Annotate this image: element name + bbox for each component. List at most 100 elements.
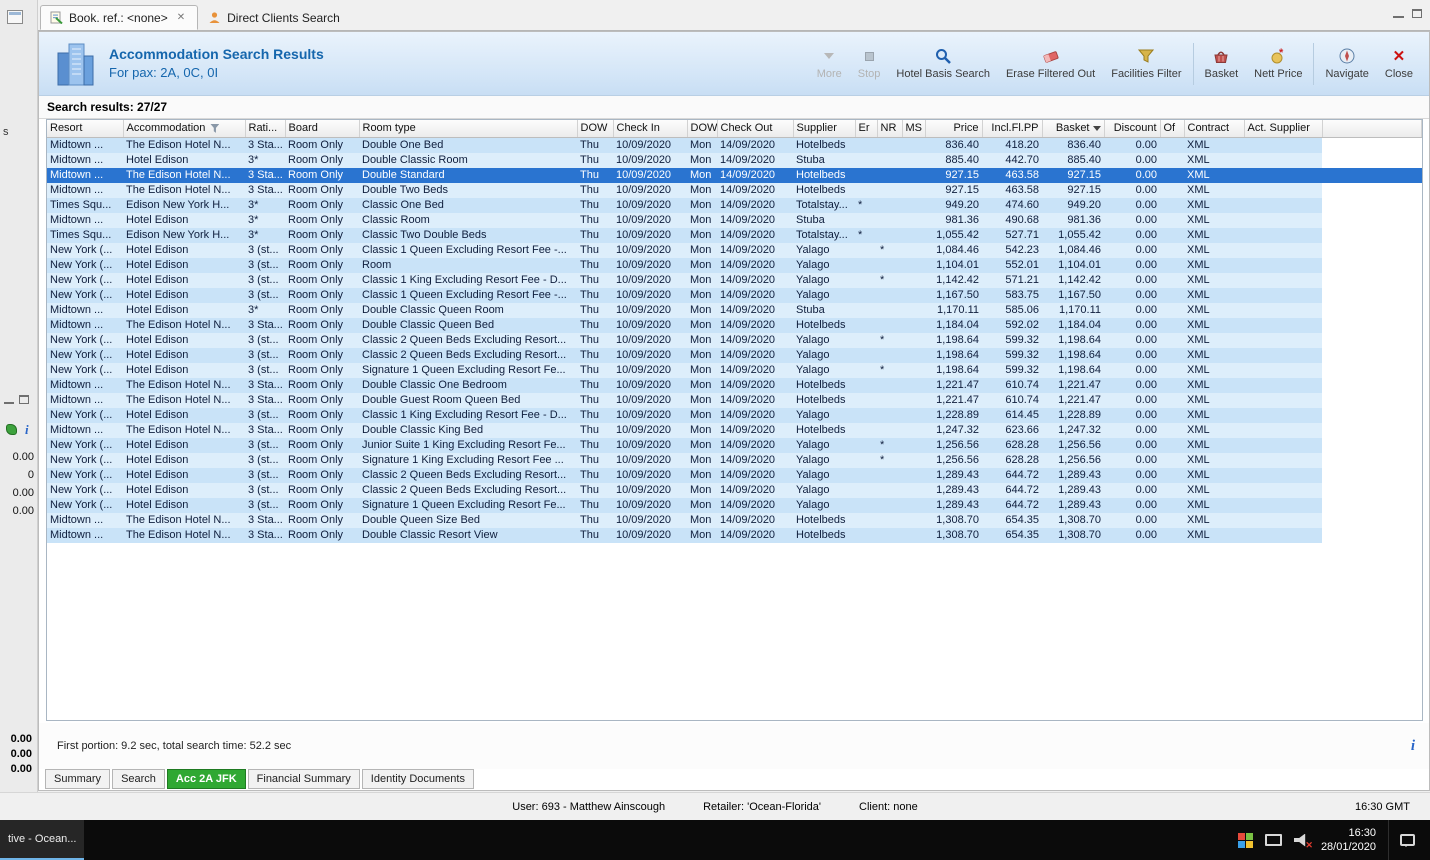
cell-check_in[interactable]: 10/09/2020 xyxy=(613,482,687,498)
table-row[interactable]: New York (... Hotel Edison 3 (st... Room On… xyxy=(47,332,1422,348)
column-header-rating[interactable]: Rati... xyxy=(245,120,286,138)
cell-er[interactable]: * xyxy=(855,197,877,213)
table-row[interactable]: Midtown ... The Edison Hotel N... 3 Sta...… xyxy=(47,392,1422,408)
cell-price[interactable]: 1,184.04 xyxy=(925,317,982,333)
cell-er[interactable] xyxy=(855,377,877,393)
cell-check_out[interactable]: 14/09/2020 xyxy=(717,437,793,453)
cell-er[interactable] xyxy=(855,512,877,528)
cell-incl_fl_pp[interactable]: 542.23 xyxy=(982,242,1042,258)
cell-price[interactable]: 949.20 xyxy=(925,197,982,213)
cell-ms[interactable] xyxy=(902,182,925,198)
tab-summary[interactable]: Summary xyxy=(45,769,111,789)
cell-check_out[interactable]: 14/09/2020 xyxy=(717,317,793,333)
cell-check_in[interactable]: 10/09/2020 xyxy=(613,467,687,483)
cell-board[interactable]: Room Only xyxy=(285,497,359,513)
cell-check_in[interactable]: 10/09/2020 xyxy=(613,152,687,168)
cell-check_out[interactable]: 14/09/2020 xyxy=(717,257,793,273)
cell-rating[interactable]: 3 Sta... xyxy=(245,512,285,528)
cell-nr[interactable] xyxy=(877,167,902,183)
cell-dow_in[interactable]: Thu xyxy=(577,332,613,348)
cell-price[interactable]: 1,221.47 xyxy=(925,392,982,408)
cell-act_supplier[interactable] xyxy=(1244,332,1322,348)
cell-dow_out[interactable]: Mon xyxy=(687,287,717,303)
cell-board[interactable]: Room Only xyxy=(285,437,359,453)
table-row[interactable]: Midtown ... The Edison Hotel N... 3 Sta...… xyxy=(47,182,1422,198)
cell-accommodation[interactable]: Hotel Edison xyxy=(123,437,245,453)
column-header-of[interactable]: Of xyxy=(1160,120,1185,138)
cell-of[interactable] xyxy=(1160,287,1184,303)
cell-check_out[interactable]: 14/09/2020 xyxy=(717,482,793,498)
cell-supplier[interactable]: Yalago xyxy=(793,437,855,453)
cell-discount[interactable]: 0.00 xyxy=(1104,377,1160,393)
cell-er[interactable] xyxy=(855,272,877,288)
cell-check_out[interactable]: 14/09/2020 xyxy=(717,182,793,198)
cell-resort[interactable]: New York (... xyxy=(47,347,123,363)
cell-price[interactable]: 1,198.64 xyxy=(925,332,982,348)
cell-resort[interactable]: Midtown ... xyxy=(47,152,123,168)
cell-incl_fl_pp[interactable]: 614.45 xyxy=(982,407,1042,423)
cell-ms[interactable] xyxy=(902,377,925,393)
cell-dow_out[interactable]: Mon xyxy=(687,167,717,183)
cell-check_out[interactable]: 14/09/2020 xyxy=(717,392,793,408)
cell-nr[interactable] xyxy=(877,482,902,498)
cell-resort[interactable]: New York (... xyxy=(47,287,123,303)
cell-dow_out[interactable]: Mon xyxy=(687,242,717,258)
cell-nr[interactable] xyxy=(877,197,902,213)
column-header-check_out[interactable]: Check Out xyxy=(717,120,794,138)
cell-discount[interactable]: 0.00 xyxy=(1104,227,1160,243)
navigate-button[interactable]: Navigate xyxy=(1317,44,1376,83)
cell-discount[interactable]: 0.00 xyxy=(1104,512,1160,528)
cell-incl_fl_pp[interactable]: 610.74 xyxy=(982,392,1042,408)
cell-act_supplier[interactable] xyxy=(1244,422,1322,438)
cell-act_supplier[interactable] xyxy=(1244,452,1322,468)
cell-check_out[interactable]: 14/09/2020 xyxy=(717,422,793,438)
cell-ms[interactable] xyxy=(902,212,925,228)
basket-button[interactable]: Basket xyxy=(1197,44,1247,83)
cell-discount[interactable]: 0.00 xyxy=(1104,272,1160,288)
volume-muted-icon[interactable]: ✕ xyxy=(1294,834,1313,849)
cell-of[interactable] xyxy=(1160,257,1184,273)
cell-dow_in[interactable]: Thu xyxy=(577,437,613,453)
cell-dow_in[interactable]: Thu xyxy=(577,137,613,153)
cell-board[interactable]: Room Only xyxy=(285,137,359,153)
cell-rating[interactable]: 3 (st... xyxy=(245,362,285,378)
cell-discount[interactable]: 0.00 xyxy=(1104,347,1160,363)
cell-of[interactable] xyxy=(1160,482,1184,498)
cell-room_type[interactable]: Double Standard xyxy=(359,167,577,183)
cell-discount[interactable]: 0.00 xyxy=(1104,482,1160,498)
cell-check_in[interactable]: 10/09/2020 xyxy=(613,137,687,153)
cell-check_in[interactable]: 10/09/2020 xyxy=(613,257,687,273)
cell-ms[interactable] xyxy=(902,287,925,303)
cell-accommodation[interactable]: The Edison Hotel N... xyxy=(123,422,245,438)
cell-dow_in[interactable]: Thu xyxy=(577,467,613,483)
cell-rating[interactable]: 3 Sta... xyxy=(245,527,285,543)
cell-discount[interactable]: 0.00 xyxy=(1104,167,1160,183)
cell-dow_out[interactable]: Mon xyxy=(687,392,717,408)
cell-dow_out[interactable]: Mon xyxy=(687,482,717,498)
cell-of[interactable] xyxy=(1160,152,1184,168)
column-header-room_type[interactable]: Room type xyxy=(359,120,578,138)
cell-resort[interactable]: New York (... xyxy=(47,257,123,273)
cell-act_supplier[interactable] xyxy=(1244,197,1322,213)
cell-accommodation[interactable]: The Edison Hotel N... xyxy=(123,392,245,408)
cell-room_type[interactable]: Classic 2 Queen Beds Excluding Resort... xyxy=(359,482,577,498)
cell-price[interactable]: 1,289.43 xyxy=(925,497,982,513)
cell-accommodation[interactable]: The Edison Hotel N... xyxy=(123,137,245,153)
cell-check_in[interactable]: 10/09/2020 xyxy=(613,347,687,363)
cell-incl_fl_pp[interactable]: 599.32 xyxy=(982,362,1042,378)
cell-act_supplier[interactable] xyxy=(1244,272,1322,288)
table-row[interactable]: New York (... Hotel Edison 3 (st... Room On… xyxy=(47,467,1422,483)
cell-rating[interactable]: 3 (st... xyxy=(245,482,285,498)
cell-check_in[interactable]: 10/09/2020 xyxy=(613,392,687,408)
cell-discount[interactable]: 0.00 xyxy=(1104,152,1160,168)
table-row[interactable]: New York (... Hotel Edison 3 (st... Room On… xyxy=(47,497,1422,513)
filter-icon[interactable] xyxy=(210,123,220,133)
cell-er[interactable] xyxy=(855,497,877,513)
cell-act_supplier[interactable] xyxy=(1244,242,1322,258)
cell-room_type[interactable]: Double Guest Room Queen Bed xyxy=(359,392,577,408)
cell-incl_fl_pp[interactable]: 463.58 xyxy=(982,182,1042,198)
cell-er[interactable] xyxy=(855,482,877,498)
cell-price[interactable]: 1,055.42 xyxy=(925,227,982,243)
cell-ms[interactable] xyxy=(902,392,925,408)
cell-discount[interactable]: 0.00 xyxy=(1104,497,1160,513)
